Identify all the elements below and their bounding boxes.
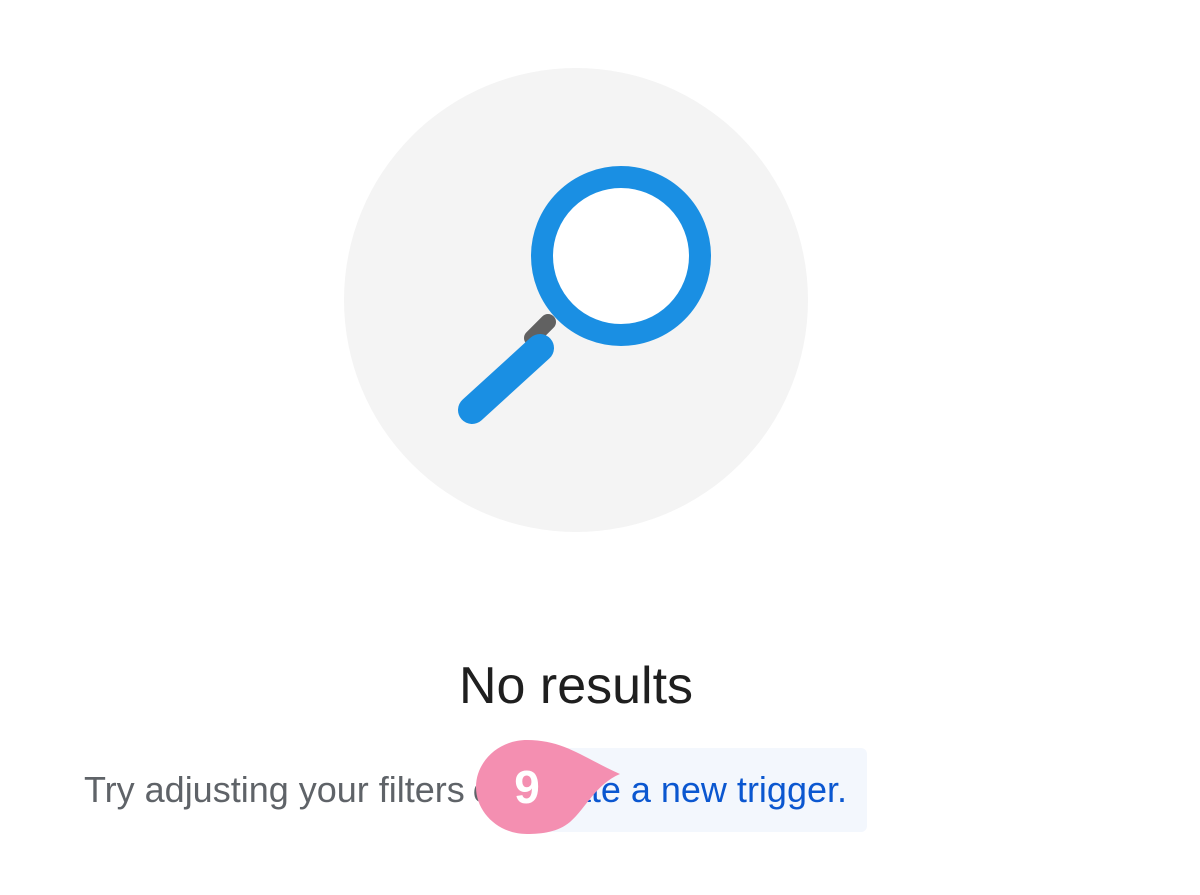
- magnifying-glass-icon: [458, 166, 711, 424]
- step-marker-number: 9: [514, 761, 540, 813]
- empty-state-panel: No results Try adjusting your filters or…: [0, 0, 1200, 895]
- message-text: Try adjusting your filters: [84, 769, 465, 810]
- no-results-title: No results: [458, 657, 694, 715]
